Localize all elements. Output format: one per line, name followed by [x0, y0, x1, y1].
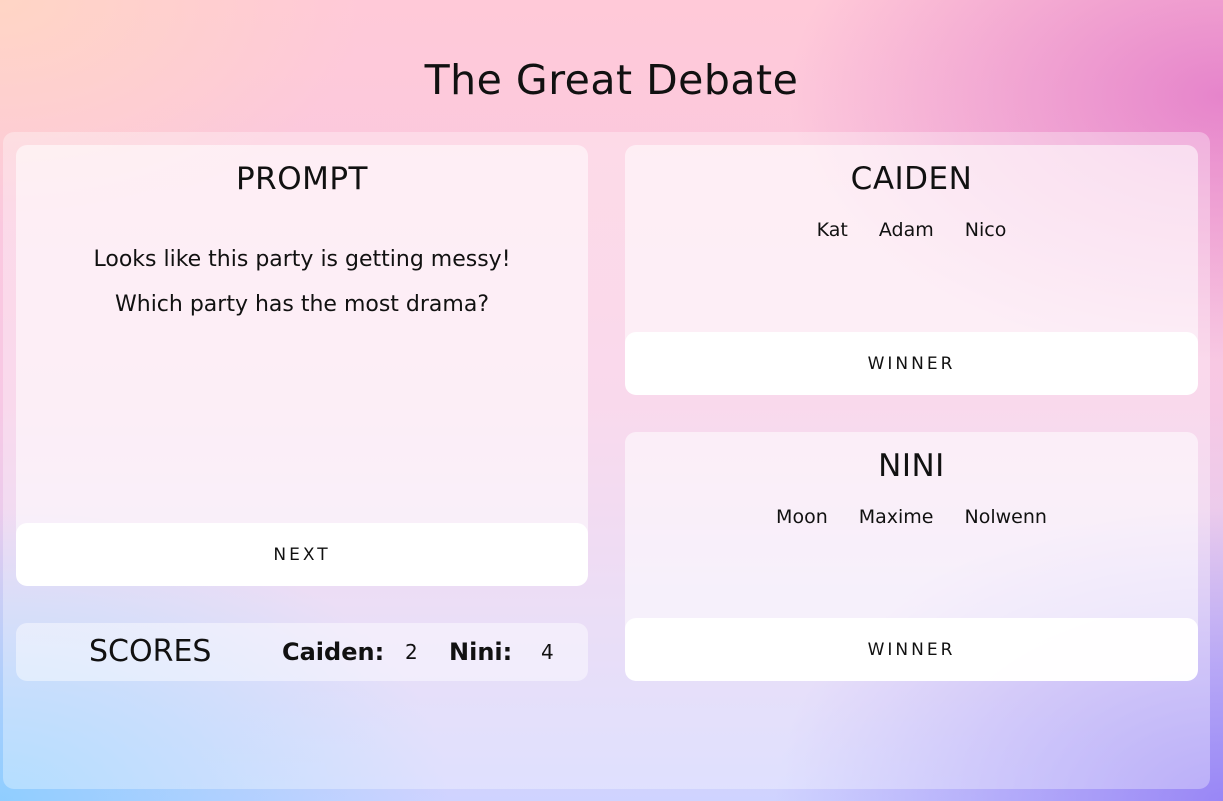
- prompt-line: Looks like this party is getting messy!: [93, 247, 511, 272]
- scores-row: SCORES Caiden: 2 Nini: 4: [16, 623, 588, 681]
- prompt-heading: PROMPT: [235, 161, 368, 197]
- winner-button-nini[interactable]: WINNER: [625, 618, 1198, 681]
- team-member: Nico: [964, 219, 1007, 241]
- prompt-card: PROMPT Looks like this party is getting …: [16, 145, 588, 586]
- team-member: Moon: [776, 506, 828, 528]
- team-name: NINI: [878, 448, 945, 484]
- team-members: Moon Maxime Nolwenn: [625, 506, 1198, 528]
- prompt-text: Looks like this party is getting messy! …: [46, 237, 558, 327]
- score-value-caiden: 2: [405, 640, 418, 664]
- prompt-line: Which party has the most drama?: [115, 292, 489, 317]
- team-card-nini: NINI Moon Maxime Nolwenn WINNER: [625, 432, 1198, 681]
- team-name: CAIDEN: [850, 161, 973, 197]
- winner-button-caiden[interactable]: WINNER: [625, 332, 1198, 395]
- team-members: Kat Adam Nico: [625, 219, 1198, 241]
- team-member: Maxime: [858, 506, 934, 528]
- score-value-nini: 4: [541, 640, 554, 664]
- score-name-caiden: Caiden:: [282, 638, 385, 666]
- team-card-caiden: CAIDEN Kat Adam Nico WINNER: [625, 145, 1198, 395]
- score-name-nini: Nini:: [449, 638, 513, 666]
- team-member: Nolwenn: [964, 506, 1047, 528]
- team-member: Kat: [816, 219, 848, 241]
- scores-card: SCORES Caiden: 2 Nini: 4: [16, 623, 588, 681]
- team-member: Adam: [878, 219, 934, 241]
- page-title: The Great Debate: [424, 56, 799, 104]
- next-button[interactable]: NEXT: [16, 523, 588, 586]
- scores-label: SCORES: [89, 634, 212, 669]
